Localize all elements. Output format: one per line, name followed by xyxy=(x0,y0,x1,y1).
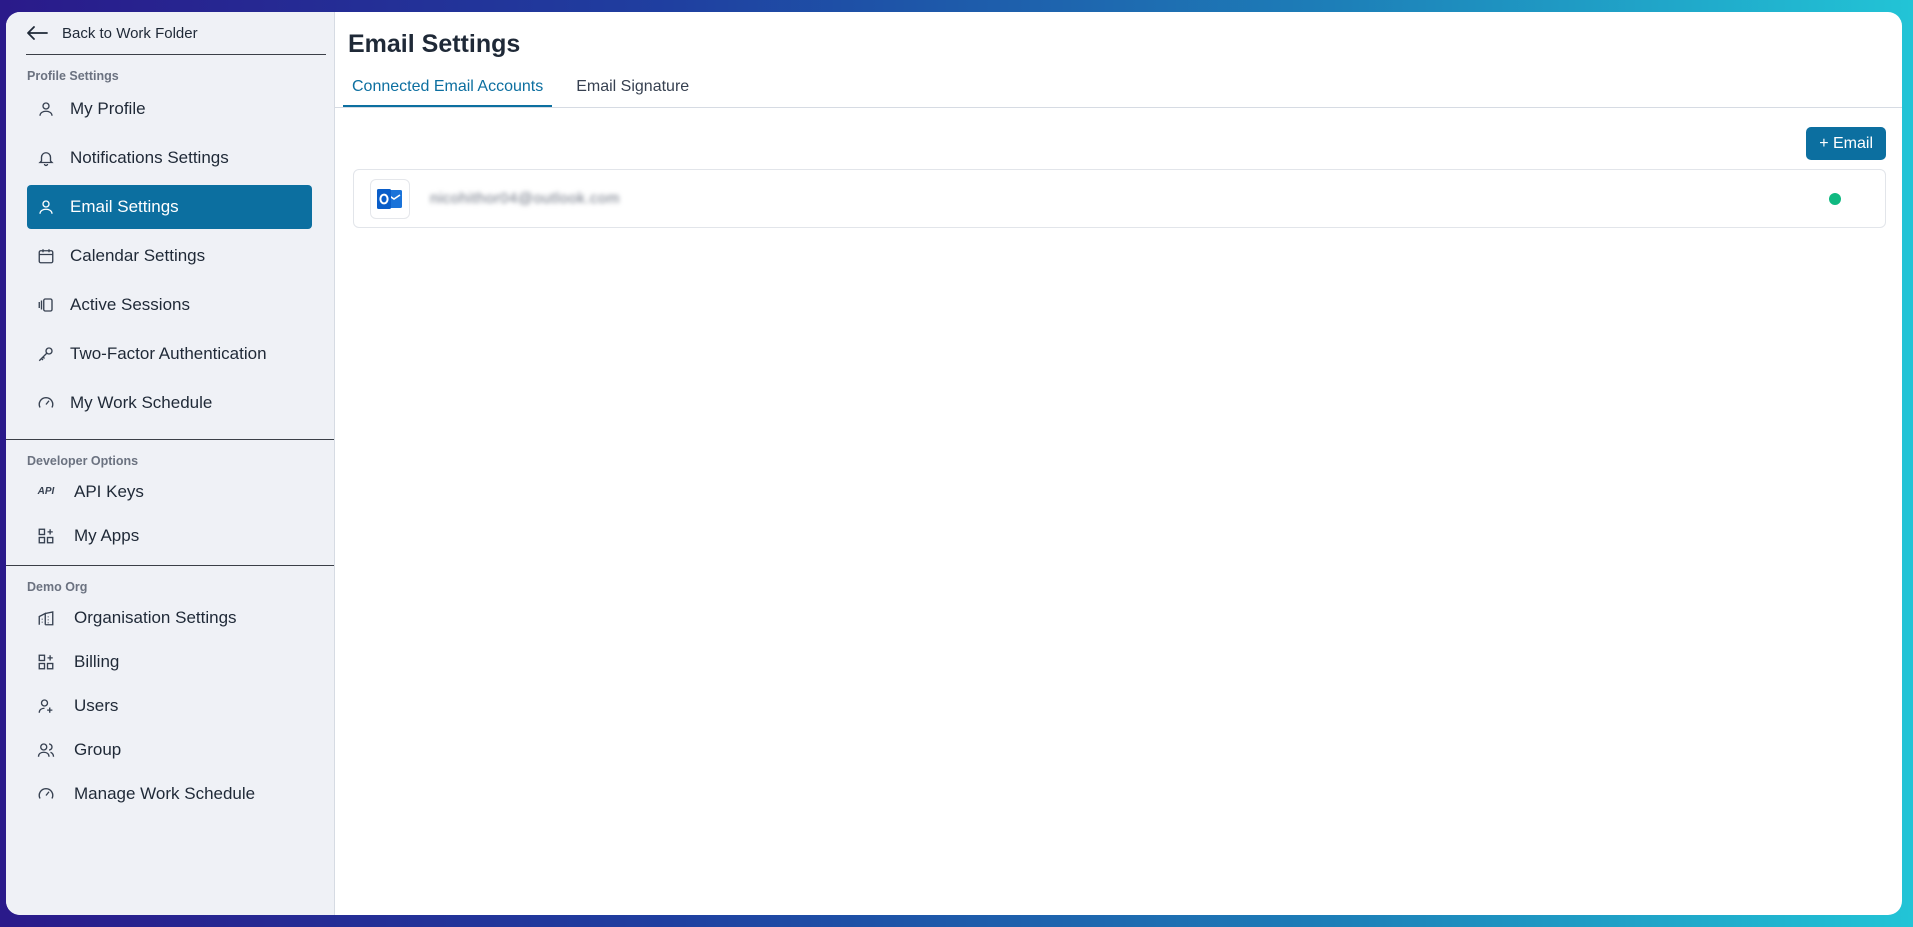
sidebar-item-my-work-schedule[interactable]: My Work Schedule xyxy=(27,381,312,425)
add-email-button[interactable]: + Email xyxy=(1806,127,1886,160)
bell-icon xyxy=(35,147,57,169)
arrow-left-icon xyxy=(27,26,48,40)
page-title: Email Settings xyxy=(348,30,521,58)
section-divider xyxy=(6,439,334,440)
sidebar-item-label: Notifications Settings xyxy=(70,148,229,167)
sidebar-item-label: My Apps xyxy=(74,525,140,545)
sidebar-item-label: My Profile xyxy=(70,99,146,118)
tab-email-signature[interactable]: Email Signature xyxy=(567,75,698,107)
back-label: Back to Work Folder xyxy=(62,24,198,42)
tab-bar: Connected Email Accounts Email Signature xyxy=(335,75,1902,108)
section-title-profile-settings: Profile Settings xyxy=(27,69,119,83)
tab-connected-email-accounts[interactable]: Connected Email Accounts xyxy=(343,75,553,107)
account-email: nicohithor04@outlook.com xyxy=(430,190,620,207)
building-icon xyxy=(35,607,57,629)
sidebar-item-email-settings[interactable]: Email Settings xyxy=(27,185,312,229)
calendar-icon xyxy=(35,245,57,267)
sidebar-item-manage-work-schedule[interactable]: Manage Work Schedule xyxy=(27,774,312,813)
sidebar-item-label: Active Sessions xyxy=(70,295,190,314)
outlook-icon xyxy=(370,178,410,219)
sidebar-item-two-factor-authentication[interactable]: Two-Factor Authentication xyxy=(27,332,312,376)
sidebar-item-group[interactable]: Group xyxy=(27,730,312,769)
apps-grid-icon xyxy=(35,525,57,547)
sidebar-item-active-sessions[interactable]: Active Sessions xyxy=(27,283,312,327)
main-content: Email Settings Connected Email Accounts … xyxy=(335,12,1902,915)
sidebar-item-label: Organisation Settings xyxy=(74,607,237,627)
sidebar-item-my-apps[interactable]: My Apps xyxy=(27,516,312,555)
gauge-icon xyxy=(35,783,57,805)
section-divider xyxy=(6,565,334,566)
sidebar-item-label: Group xyxy=(74,739,122,759)
sidebar-item-label: Email Settings xyxy=(70,197,179,216)
sidebar-item-label: Calendar Settings xyxy=(70,246,206,265)
apps-grid-icon xyxy=(35,651,57,673)
sidebar-item-label: Manage Work Schedule xyxy=(74,783,256,803)
sidebar: Back to Work Folder Profile Settings My … xyxy=(6,12,335,915)
sidebar-item-organisation-settings[interactable]: Organisation Settings xyxy=(27,598,312,637)
sidebar-item-my-profile[interactable]: My Profile xyxy=(27,87,312,131)
user-icon xyxy=(35,98,57,120)
sidebar-item-api-keys[interactable]: API API Keys xyxy=(27,472,312,511)
sessions-icon xyxy=(35,294,57,316)
gauge-icon xyxy=(35,392,57,414)
section-title-developer-options: Developer Options xyxy=(27,454,139,468)
sidebar-item-calendar-settings[interactable]: Calendar Settings xyxy=(27,234,312,278)
sidebar-item-users[interactable]: Users xyxy=(27,686,312,725)
email-account-row[interactable]: nicohithor04@outlook.com xyxy=(353,169,1886,228)
sidebar-item-label: Two-Factor Authentication xyxy=(70,344,267,363)
section-title-demo-org: Demo Org xyxy=(27,580,88,594)
key-icon xyxy=(35,343,57,365)
sidebar-item-label: My Work Schedule xyxy=(70,393,213,412)
app-window: Back to Work Folder Profile Settings My … xyxy=(6,12,1902,915)
sidebar-item-notifications-settings[interactable]: Notifications Settings xyxy=(27,136,312,180)
sidebar-item-label: Users xyxy=(74,695,119,715)
users-icon xyxy=(35,739,57,761)
connected-status-dot xyxy=(1829,192,1841,205)
api-icon: API xyxy=(37,486,55,497)
user-plus-icon xyxy=(35,695,57,717)
back-to-work-folder-link[interactable]: Back to Work Folder xyxy=(26,12,326,55)
sidebar-item-label: API Keys xyxy=(74,481,144,501)
user-icon xyxy=(35,196,57,218)
sidebar-item-label: Billing xyxy=(74,651,120,671)
sidebar-item-billing[interactable]: Billing xyxy=(27,642,312,681)
